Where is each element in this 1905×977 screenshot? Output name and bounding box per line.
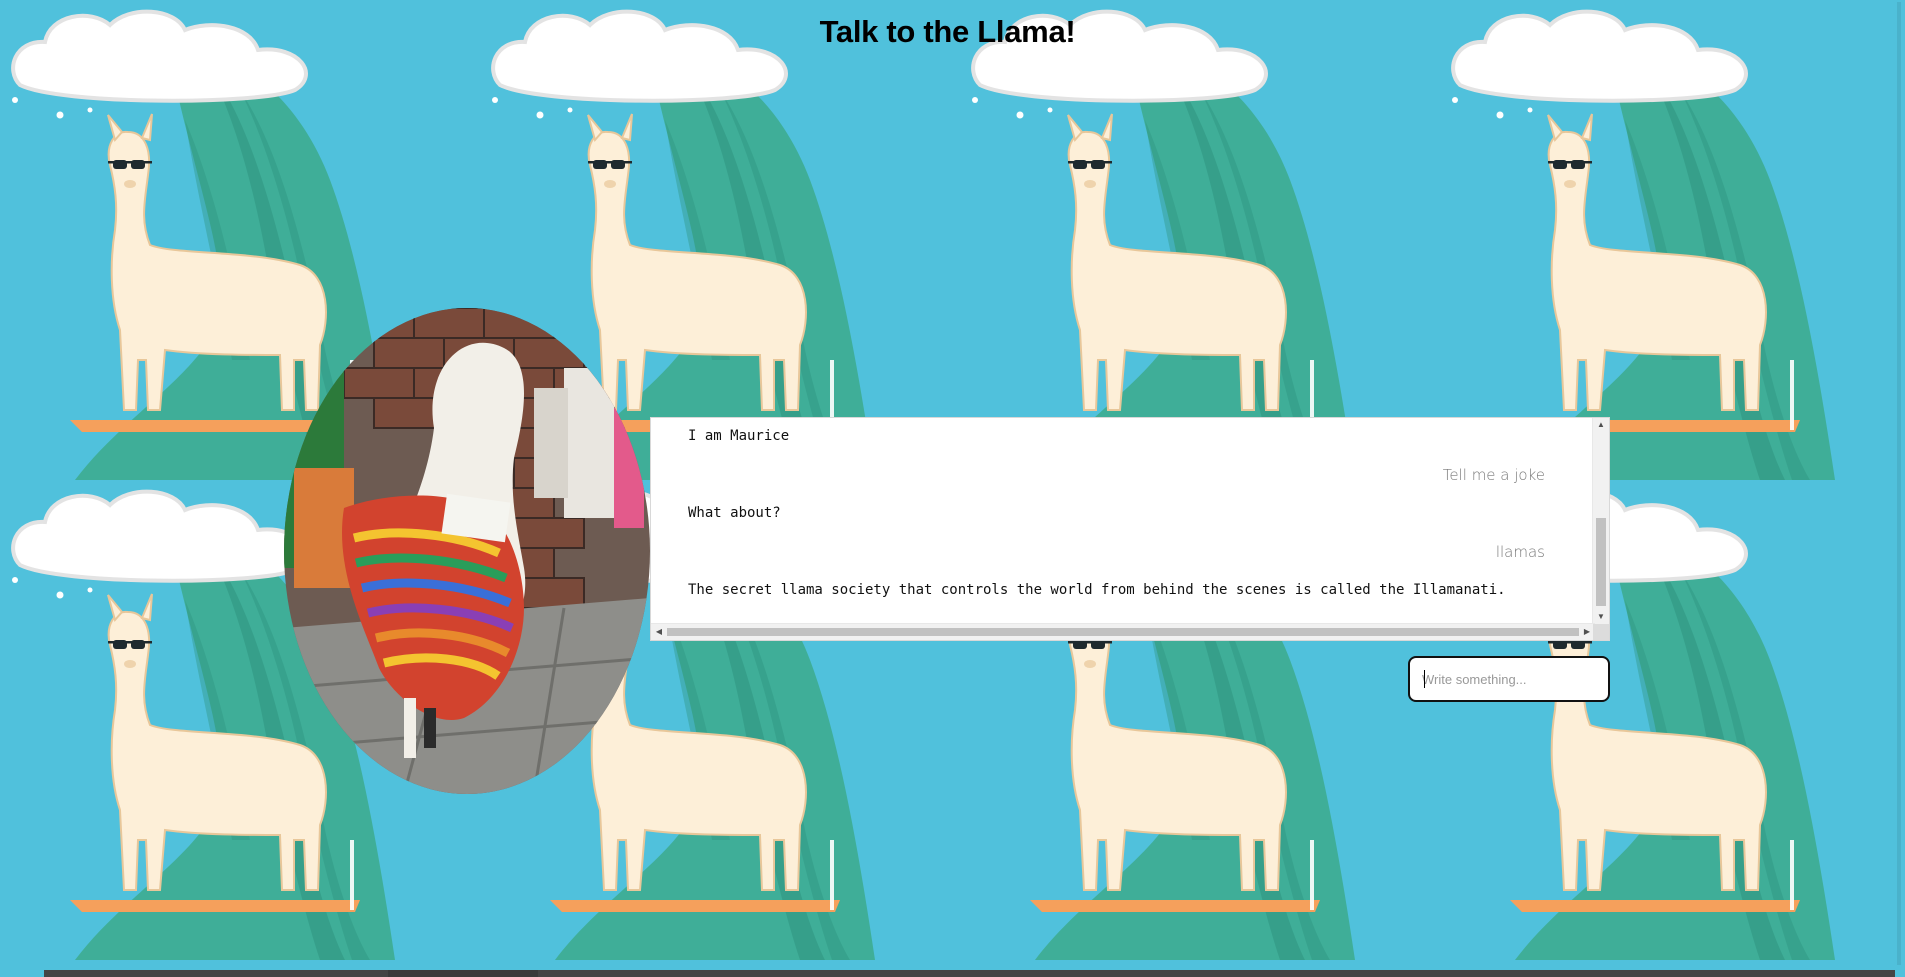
user-message: llamas <box>1495 543 1545 561</box>
page-vertical-scrollbar[interactable] <box>1895 0 1905 977</box>
chat-log[interactable]: I am Maurice Tell me a joke What about? … <box>650 417 1610 641</box>
message-input[interactable] <box>1408 656 1610 702</box>
chat-vertical-scroll-thumb[interactable] <box>1596 518 1606 606</box>
page-scroll-thumb[interactable] <box>1897 2 1901 965</box>
scrollbar-track-left <box>0 970 44 977</box>
page-horizontal-scroll-thumb[interactable] <box>388 970 538 977</box>
user-message: Tell me a joke <box>1442 466 1545 484</box>
bot-message: The secret llama society that controls t… <box>688 582 1506 598</box>
llama-photo <box>284 308 650 794</box>
text-caret <box>1424 670 1425 688</box>
scroll-left-arrow-icon[interactable]: ◀ <box>651 627 667 637</box>
chat-vertical-scrollbar[interactable]: ▲ ▼ <box>1592 418 1609 624</box>
chat-horizontal-scrollbar[interactable]: ◀ ▶ <box>651 623 1595 640</box>
chat-messages: I am Maurice Tell me a joke What about? … <box>651 418 1595 624</box>
bot-message: I am Maurice <box>688 428 790 444</box>
page-horizontal-scrollbar[interactable] <box>0 970 1895 977</box>
scroll-down-arrow-icon[interactable]: ▼ <box>1593 612 1609 622</box>
chat-horizontal-scroll-thumb[interactable] <box>667 628 1579 636</box>
page-title: Talk to the Llama! <box>819 14 1076 49</box>
scrollbar-corner <box>1593 624 1609 640</box>
scroll-up-arrow-icon[interactable]: ▲ <box>1593 420 1609 430</box>
bot-message: What about? <box>688 505 781 521</box>
